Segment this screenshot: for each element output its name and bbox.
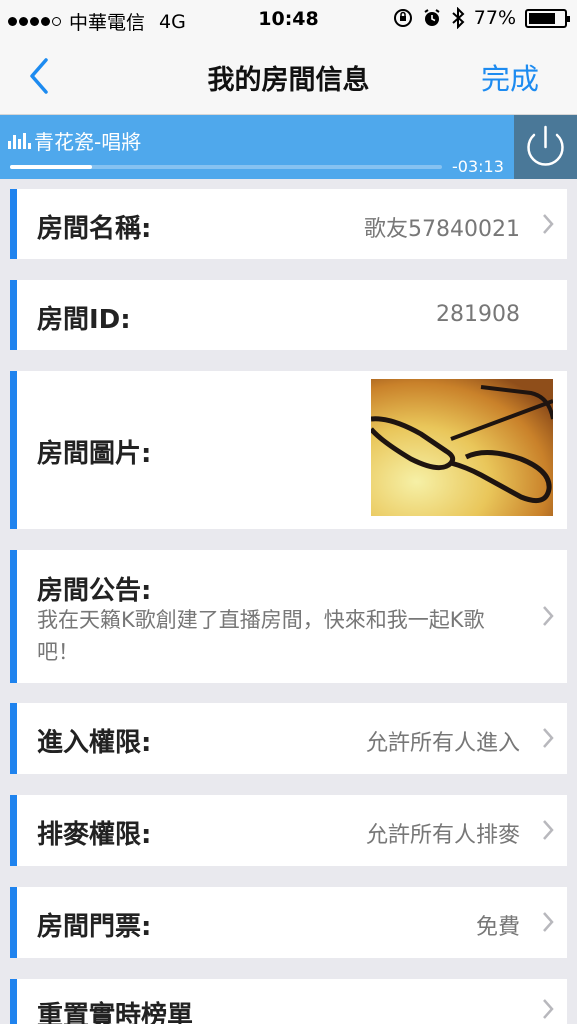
chevron-right-icon	[543, 999, 554, 1019]
playback-progress-bar[interactable]	[10, 165, 442, 169]
bluetooth-icon	[452, 7, 465, 29]
battery-icon	[525, 8, 570, 28]
room-id-value: 281908	[436, 302, 520, 327]
status-bar: 中華電信 4G 10:48 77%	[0, 0, 577, 38]
time-remaining: -03:13	[452, 157, 504, 176]
mini-player[interactable]: 青花瓷-唱將 -03:13	[0, 115, 577, 179]
equalizer-icon	[8, 133, 31, 149]
stop-button[interactable]	[514, 115, 577, 179]
rotation-lock-icon	[393, 9, 412, 27]
song-title: 青花瓷-唱將	[34, 130, 142, 154]
ticket-value: 免費	[475, 915, 520, 940]
navigation-bar: 我的房間信息 完成	[0, 38, 577, 115]
row-entry-permission[interactable]: 進入權限: 允許所有人進入	[10, 703, 567, 774]
entry-permission-value: 允許所有人進入	[365, 731, 520, 756]
room-image-thumbnail[interactable]	[371, 379, 553, 516]
alarm-icon	[424, 9, 440, 26]
room-name-label: 房間名稱:	[37, 214, 152, 244]
room-image-label: 房間圖片:	[37, 439, 152, 469]
playback-progress-fill	[10, 165, 93, 169]
room-id-label: 房間ID:	[37, 305, 131, 335]
glasses-photo	[371, 379, 553, 516]
chevron-right-icon	[543, 728, 554, 748]
status-right: 77%	[393, 7, 570, 29]
entry-permission-label: 進入權限:	[37, 728, 152, 758]
done-button[interactable]: 完成	[481, 56, 539, 98]
row-room-ticket[interactable]: 房間門票: 免費	[10, 887, 567, 958]
chevron-right-icon	[543, 606, 554, 626]
queue-permission-label: 排麥權限:	[37, 820, 152, 850]
chevron-right-icon	[543, 820, 554, 840]
reset-ranking-label: 重置實時榜單	[37, 1001, 194, 1024]
row-queue-permission[interactable]: 排麥權限: 允許所有人排麥	[10, 795, 567, 866]
ticket-label: 房間門票:	[37, 912, 152, 942]
announcement-label: 房間公告:	[37, 576, 152, 606]
room-name-value: 歌友57840021	[364, 217, 520, 242]
row-room-name[interactable]: 房間名稱: 歌友57840021	[10, 189, 567, 259]
chevron-right-icon	[543, 912, 554, 932]
power-icon	[527, 125, 564, 166]
queue-permission-value: 允許所有人排麥	[365, 823, 520, 848]
battery-percent: 77%	[473, 7, 516, 29]
row-reset-ranking[interactable]: 重置實時榜單	[10, 979, 567, 1024]
row-room-image[interactable]: 房間圖片:	[10, 371, 567, 529]
row-room-id: 房間ID: 281908	[10, 280, 567, 350]
row-room-announcement[interactable]: 房間公告: 我在天籟K歌創建了直播房間，快來和我一起K歌吧！	[10, 550, 567, 683]
chevron-right-icon	[543, 214, 554, 234]
announcement-text: 我在天籟K歌創建了直播房間，快來和我一起K歌吧！	[37, 608, 485, 664]
battery-level	[529, 12, 556, 24]
